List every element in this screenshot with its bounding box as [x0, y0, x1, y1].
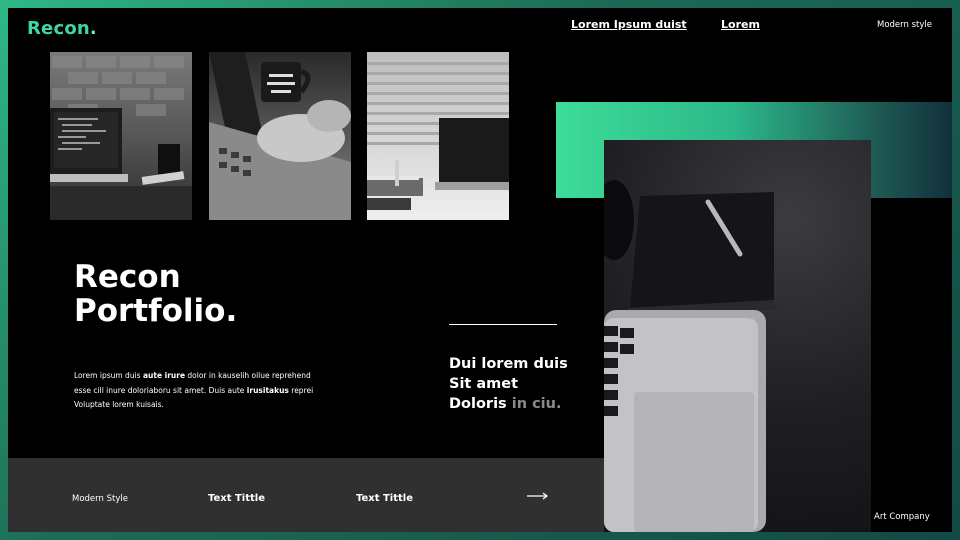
- text-run-bold: irusitakus: [246, 385, 289, 395]
- header-tagline: Modern style: [877, 20, 932, 30]
- hero-title: Recon Portfolio.: [74, 260, 334, 328]
- window-desk-illustration: [367, 62, 509, 210]
- nav-link-lorem-ipsum[interactable]: Lorem Ipsum duist: [571, 18, 687, 31]
- tagline-line-2: Sit amet: [449, 376, 519, 392]
- hero-title-line-2: Portfolio.: [74, 293, 238, 329]
- tagline-text-muted: in ciu.: [511, 396, 562, 412]
- arrow-right-icon[interactable]: [526, 491, 550, 501]
- feature-photo-laptop-notebook: [604, 140, 871, 532]
- logo-dot: .: [89, 18, 97, 39]
- hero-description: Lorem ipsum duis aute irure dolor in kau…: [74, 369, 344, 413]
- hero-title-line-1: Recon: [74, 259, 181, 295]
- laptop-brick-illustration: [50, 56, 192, 220]
- thumbnail-window-desk: [367, 52, 509, 220]
- tagline-text: Doloris: [449, 396, 512, 412]
- bottom-bar: Modern Style Text Tittle Text Tittle: [8, 458, 604, 532]
- hero-description-line-1: Lorem ipsum duis aute irure dolor in kau…: [74, 369, 344, 384]
- bottom-bar-text-title-2[interactable]: Text Tittle: [356, 493, 413, 504]
- laptop-notebook-illustration: [604, 180, 776, 532]
- typing-illustration: [209, 52, 351, 220]
- text-run-bold: aute irure: [142, 371, 186, 380]
- nav-link-lorem[interactable]: Lorem: [721, 18, 760, 31]
- logo-text: Recon: [27, 18, 90, 39]
- hero-description-line-2: esse cill inure doloriaboru sit amet. Du…: [74, 384, 344, 399]
- logo[interactable]: Recon.: [27, 18, 97, 39]
- hero-description-line-3: Voluptate lorem kuisais.: [74, 398, 344, 413]
- slide-frame: Recon. Lorem Ipsum duist Lorem Modern st…: [0, 0, 960, 540]
- text-run: esse cill inure doloriaboru sit amet. Du…: [74, 385, 247, 395]
- text-run: reprei: [288, 385, 314, 395]
- feature-tagline: Dui lorem duis Sit amet Doloris in ciu.: [449, 354, 609, 414]
- bottom-bar-modern-style[interactable]: Modern Style: [72, 494, 128, 504]
- slide-canvas: Recon. Lorem Ipsum duist Lorem Modern st…: [8, 8, 952, 532]
- thumbnail-laptop-brick-wall: [50, 52, 192, 220]
- divider-line: [449, 324, 557, 325]
- text-run: dolor in kauselih oilue reprehend: [185, 371, 311, 380]
- text-run: Lorem ipsum duis: [74, 371, 143, 380]
- tagline-line-1: Dui lorem duis: [449, 356, 568, 372]
- company-label: Art Company: [874, 512, 930, 522]
- tagline-line-3: Doloris in ciu.: [449, 394, 609, 414]
- bottom-bar-text-title-1[interactable]: Text Tittle: [208, 493, 265, 504]
- text-run: Voluptate lorem kuisais.: [74, 400, 164, 409]
- thumbnail-typing-hands: [209, 52, 351, 220]
